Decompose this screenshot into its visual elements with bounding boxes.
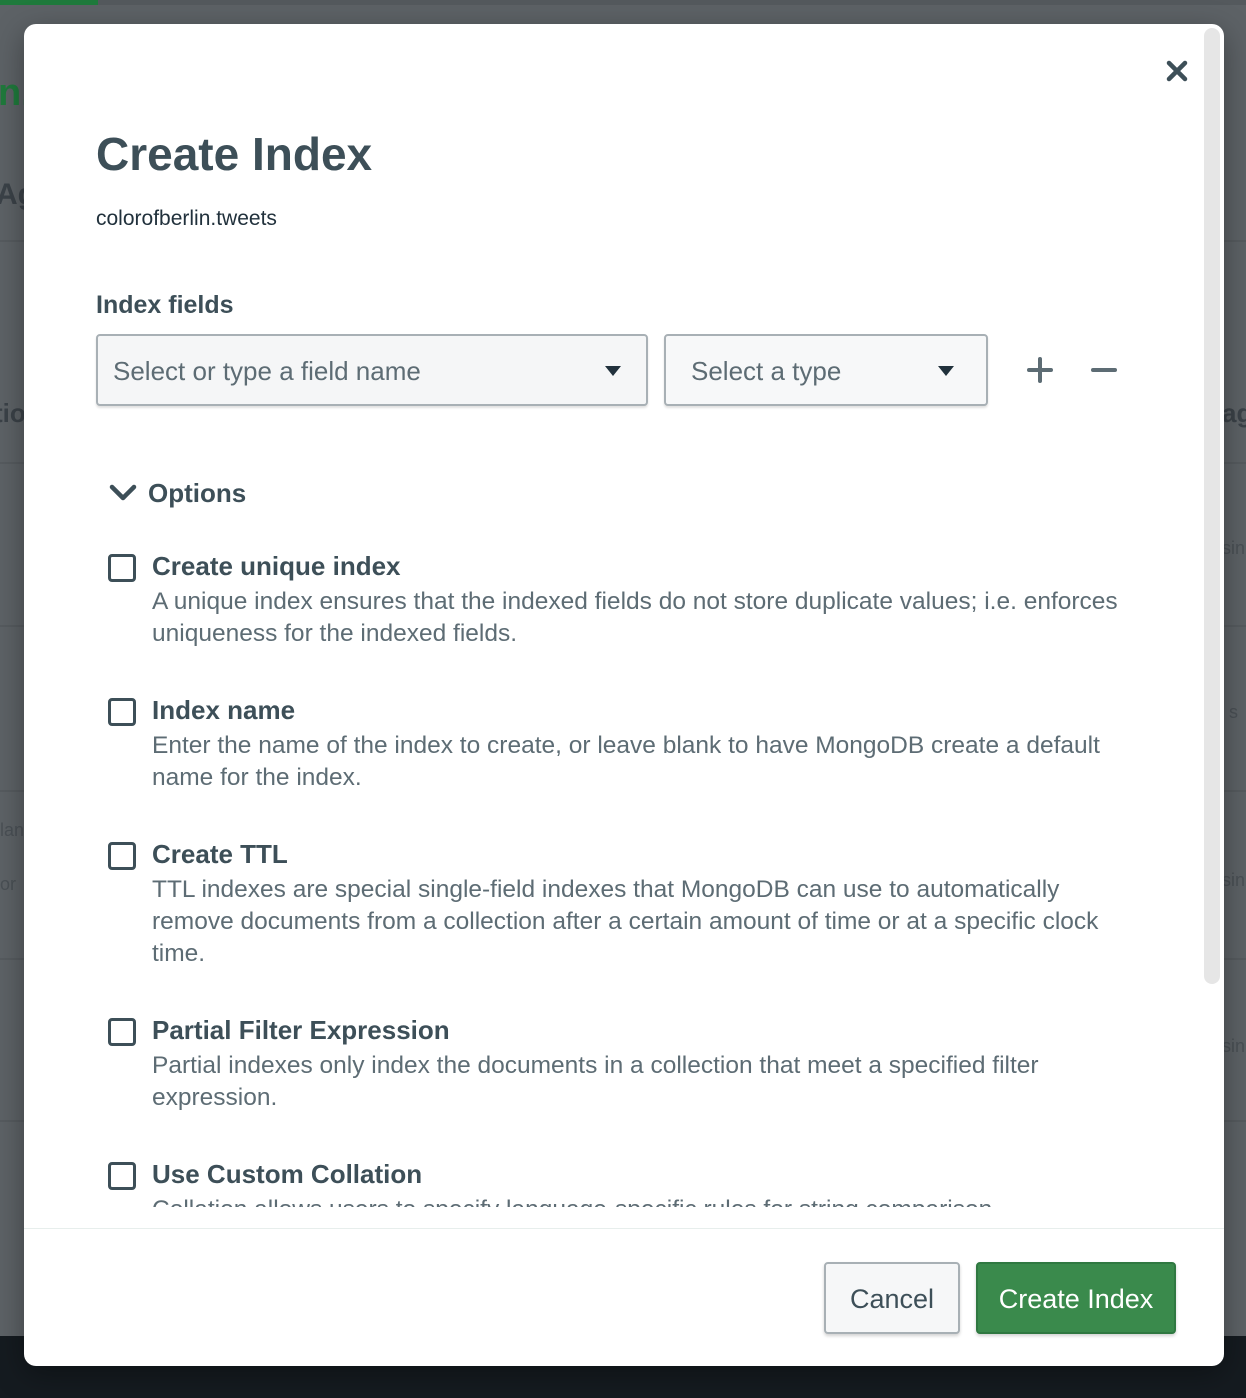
plus-icon — [1027, 357, 1053, 383]
background-cell-fragment: sin — [1222, 870, 1246, 890]
option-title: Use Custom Collation — [152, 1159, 423, 1189]
background-topbar — [0, 0, 1246, 5]
option-description: Collation allows users to specify langua… — [152, 1194, 1144, 1207]
unique-index-checkbox[interactable] — [108, 554, 136, 582]
option-title: Partial Filter Expression — [152, 1015, 450, 1045]
remove-field-button[interactable] — [1086, 352, 1122, 388]
index-fields-label: Index fields — [96, 291, 234, 319]
option-description: A unique index ensures that the indexed … — [152, 588, 1118, 647]
index-type-placeholder: Select a type — [691, 356, 842, 386]
options-toggle[interactable]: Options — [108, 476, 246, 510]
namespace-label: colorofberlin.tweets — [96, 207, 277, 230]
caret-down-icon — [938, 366, 954, 376]
field-name-placeholder: Select or type a field name — [113, 356, 421, 386]
create-index-button[interactable]: Create Index — [976, 1262, 1176, 1334]
ttl-checkbox[interactable] — [108, 842, 136, 870]
option-title: Create unique index — [152, 551, 401, 581]
option-title: Index name — [152, 695, 296, 725]
custom-collation-checkbox[interactable] — [108, 1162, 136, 1190]
add-field-button[interactable] — [1022, 352, 1058, 388]
option-description: Enter the name of the index to create, o… — [152, 732, 1100, 791]
minus-icon — [1091, 368, 1117, 372]
background-header-fragment: tio — [0, 398, 26, 428]
background-cell-fragment: sin — [1222, 538, 1246, 558]
cancel-button[interactable]: Cancel — [824, 1262, 960, 1334]
background-cell-fragment: sin — [1222, 1036, 1246, 1056]
partial-filter-checkbox[interactable] — [108, 1018, 136, 1046]
option-description: TTL indexes are special single-field ind… — [152, 876, 1099, 967]
index-name-checkbox[interactable] — [108, 698, 136, 726]
options-list: Create unique index A unique index ensur… — [24, 544, 1204, 1207]
background-header-fragment: ag — [1222, 398, 1246, 428]
close-button[interactable] — [1162, 56, 1192, 86]
option-title: Create TTL — [152, 839, 288, 869]
background-cell-fragment: lan — [0, 820, 25, 840]
create-index-modal: Create Index colorofberlin.tweets Index … — [24, 24, 1224, 1366]
modal-title: Create Index — [96, 128, 373, 180]
field-name-select[interactable]: Select or type a field name — [96, 334, 648, 406]
background-cell-fragment: or — [0, 874, 17, 894]
index-type-select[interactable]: Select a type — [664, 334, 988, 406]
chevron-down-icon — [109, 484, 137, 501]
background-topbar-accent — [0, 0, 98, 5]
option-description: Partial indexes only index the documents… — [152, 1052, 1039, 1111]
options-label: Options — [148, 477, 247, 508]
close-icon — [1166, 60, 1188, 82]
footer-divider — [24, 1228, 1224, 1229]
caret-down-icon — [605, 366, 621, 376]
modal-scrollbar[interactable] — [1204, 28, 1220, 984]
